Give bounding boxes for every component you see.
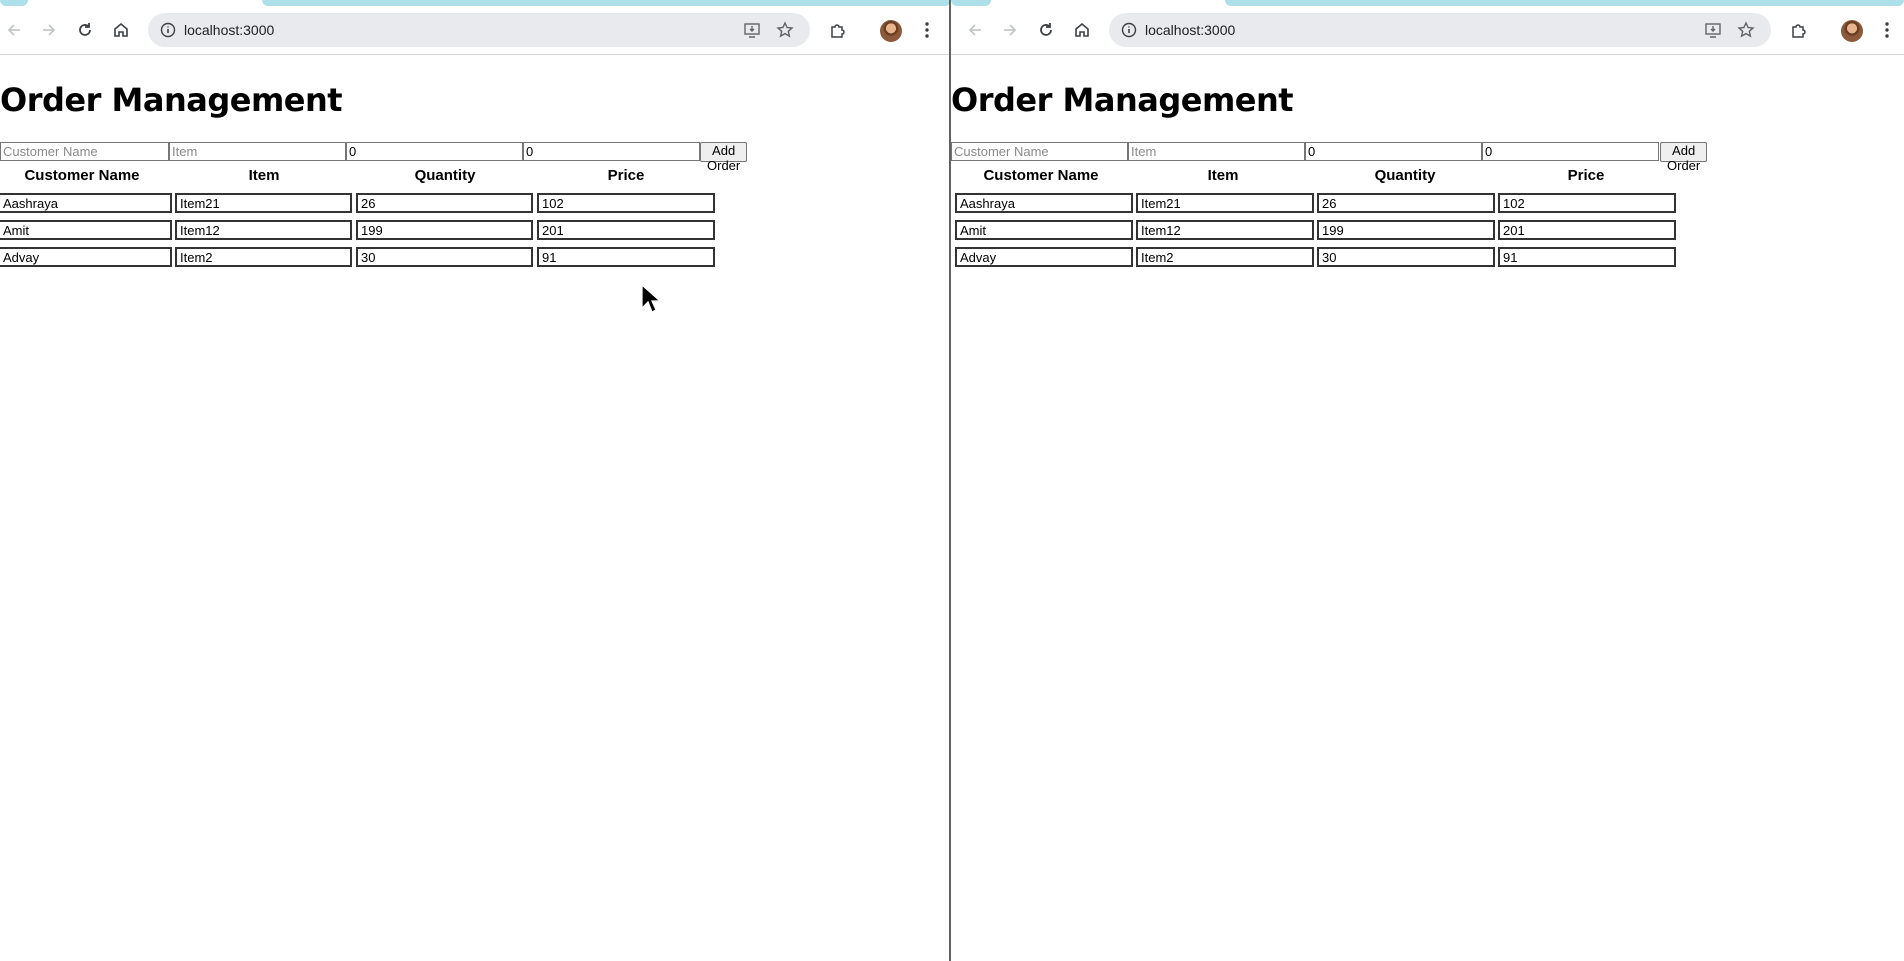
url-text[interactable]: localhost:3000 xyxy=(184,22,274,38)
quantity-input[interactable] xyxy=(346,142,523,161)
install-app-icon[interactable] xyxy=(743,21,761,39)
cell-item[interactable]: Item2 xyxy=(1136,247,1314,267)
page-title: Order Management xyxy=(951,81,1294,119)
header-customer-name: Customer Name xyxy=(983,167,1099,184)
price-input[interactable] xyxy=(523,142,700,161)
back-arrow-icon[interactable] xyxy=(963,18,987,42)
customer-name-input[interactable] xyxy=(0,142,169,161)
cell-customer[interactable]: Advay xyxy=(955,247,1133,267)
kebab-menu-icon[interactable] xyxy=(1875,18,1899,42)
cell-price[interactable]: 201 xyxy=(537,220,715,240)
cell-customer[interactable]: Amit xyxy=(955,220,1133,240)
header-price: Price xyxy=(607,167,645,184)
star-icon[interactable] xyxy=(776,21,794,39)
cell-item[interactable]: Item21 xyxy=(1136,193,1314,213)
cell-price[interactable]: 201 xyxy=(1498,220,1676,240)
customer-name-input[interactable] xyxy=(951,142,1128,161)
cell-price[interactable]: 102 xyxy=(1498,193,1676,213)
back-arrow-icon[interactable] xyxy=(2,18,26,42)
home-icon[interactable] xyxy=(109,18,133,42)
forward-arrow-icon[interactable] xyxy=(37,18,61,42)
puzzle-icon[interactable] xyxy=(1787,18,1811,42)
cell-quantity[interactable]: 199 xyxy=(1317,220,1495,240)
quantity-input[interactable] xyxy=(1305,142,1482,161)
header-quantity: Quantity xyxy=(414,167,476,184)
avatar[interactable] xyxy=(880,20,902,42)
cell-price[interactable]: 91 xyxy=(537,247,715,267)
cell-item[interactable]: Item2 xyxy=(175,247,352,267)
header-customer-name: Customer Name xyxy=(24,167,140,184)
puzzle-icon[interactable] xyxy=(826,18,850,42)
address-bar[interactable]: localhost:3000 xyxy=(148,13,810,47)
browser-toolbar: localhost:3000 xyxy=(0,6,951,55)
cell-item[interactable]: Item21 xyxy=(175,193,352,213)
cell-customer[interactable]: Aashraya xyxy=(955,193,1133,213)
cell-item[interactable]: Item12 xyxy=(175,220,352,240)
star-icon[interactable] xyxy=(1737,21,1755,39)
home-icon[interactable] xyxy=(1070,18,1094,42)
info-icon[interactable] xyxy=(160,22,176,38)
address-bar[interactable]: localhost:3000 xyxy=(1109,13,1771,47)
info-icon[interactable] xyxy=(1121,22,1137,38)
cell-customer[interactable]: Advay xyxy=(0,247,172,267)
cell-customer[interactable]: Amit xyxy=(0,220,172,240)
add-order-button[interactable]: Add Order xyxy=(1660,142,1708,173)
cell-quantity[interactable]: 199 xyxy=(356,220,533,240)
page-title: Order Management xyxy=(0,81,343,119)
header-price: Price xyxy=(1567,167,1605,184)
cell-quantity[interactable]: 30 xyxy=(356,247,533,267)
price-input[interactable] xyxy=(1482,142,1659,161)
install-app-icon[interactable] xyxy=(1704,21,1722,39)
header-quantity: Quantity xyxy=(1374,167,1436,184)
cell-customer[interactable]: Aashraya xyxy=(0,193,172,213)
cell-price[interactable]: 91 xyxy=(1498,247,1676,267)
reload-icon[interactable] xyxy=(73,18,97,42)
page-content: Order Management Add Order Customer Name… xyxy=(951,55,1904,961)
kebab-menu-icon[interactable] xyxy=(915,18,939,42)
avatar[interactable] xyxy=(1841,20,1863,42)
add-order-button[interactable]: Add Order xyxy=(700,142,748,173)
reload-icon[interactable] xyxy=(1034,18,1058,42)
browser-window-left: localhost:3000 Order Management Add Orde… xyxy=(0,0,951,961)
url-text[interactable]: localhost:3000 xyxy=(1145,22,1235,38)
browser-window-right: localhost:3000 Order Management Add Orde… xyxy=(951,0,1904,961)
mouse-cursor-icon xyxy=(641,284,661,313)
cell-quantity[interactable]: 26 xyxy=(356,193,533,213)
item-input[interactable] xyxy=(169,142,346,161)
cell-quantity[interactable]: 30 xyxy=(1317,247,1495,267)
cell-item[interactable]: Item12 xyxy=(1136,220,1314,240)
header-item: Item xyxy=(248,167,280,184)
page-content: Order Management Add Order Customer Name… xyxy=(0,55,951,961)
header-item: Item xyxy=(1207,167,1239,184)
cell-price[interactable]: 102 xyxy=(537,193,715,213)
item-input[interactable] xyxy=(1128,142,1305,161)
forward-arrow-icon[interactable] xyxy=(998,18,1022,42)
cell-quantity[interactable]: 26 xyxy=(1317,193,1495,213)
browser-toolbar: localhost:3000 xyxy=(951,6,1904,55)
